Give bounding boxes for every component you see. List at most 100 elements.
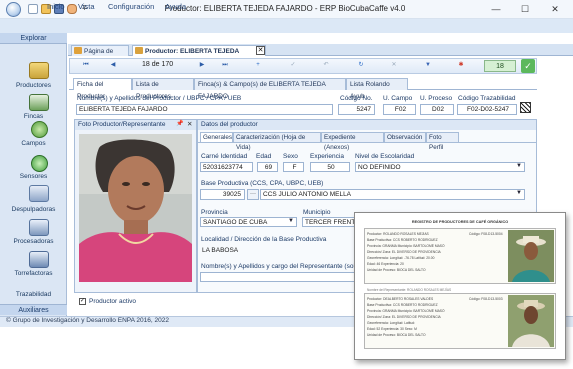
procesadoras-icon[interactable]	[29, 219, 49, 236]
datos-tabs-divider	[198, 142, 536, 143]
nav-item-sensores[interactable]: Sensores	[0, 173, 67, 180]
ucampo-field[interactable]: F02	[383, 104, 416, 115]
productor-activo-checkbox[interactable]: ✓	[79, 298, 86, 305]
uproceso-label: U. Proceso	[420, 95, 453, 102]
chevron-down-icon[interactable]: ▼	[516, 163, 522, 169]
add-record-button[interactable]: +	[252, 61, 264, 70]
codigo-field[interactable]: 5247	[338, 104, 375, 115]
despulpadoras-funnel-icon[interactable]	[29, 185, 49, 202]
provincia-label: Provincia	[201, 209, 228, 216]
menu-configuracion[interactable]: Configuración	[108, 2, 154, 11]
man-in-field-image	[508, 295, 554, 347]
carne-field[interactable]: 52031623774	[200, 162, 253, 172]
card-line: Provincia: GRANMA Municipio: BARTOLOMÉ M…	[367, 244, 445, 248]
qr-code-icon[interactable]	[520, 102, 531, 113]
menu-vista[interactable]: Vista	[78, 2, 95, 11]
card-line: Dirección/ Zona: EL DIVERSO DE PROVIDENC…	[367, 315, 441, 319]
tab-lista-de-productores[interactable]: Lista de Productores	[132, 78, 194, 100]
chevron-down-icon[interactable]: ▼	[516, 190, 522, 196]
filter-button[interactable]: ▼	[422, 61, 434, 70]
nav-item-torrefactoras[interactable]: Torrefactoras	[0, 270, 67, 277]
window-title: Productor: ELIBERTA TEJEDA FAJARDO - ERP…	[164, 4, 406, 13]
tab-lista-rolando-ayub[interactable]: Lista Rolando Ayub	[346, 78, 408, 100]
escolaridad-label: Nivel de Escolaridad	[355, 153, 415, 160]
trazabilidad-label: Código Trazabilidad	[458, 95, 516, 102]
close-panel-button[interactable]: ✕	[187, 120, 192, 128]
datos-panel-title: Datos del productor	[198, 120, 536, 130]
record-counter: 18 de 170	[142, 61, 174, 68]
representante-field[interactable]	[200, 272, 356, 282]
direccion-field[interactable]: LA BABOSA	[200, 246, 356, 255]
first-record-button[interactable]: ⏮	[80, 61, 92, 70]
minimize-button[interactable]: —	[486, 3, 506, 15]
browse-base-button[interactable]: ···	[247, 189, 259, 200]
nav-item-campos[interactable]: Campos	[0, 140, 67, 147]
card-line: Provincia: GRANMA Municipio: BARTOLOMÉ M…	[367, 309, 445, 313]
trazabilidad-field[interactable]: F02-D02-5247	[457, 104, 517, 115]
tab-caracterizacion[interactable]: Caracterización (Hoja de Vida)	[233, 132, 321, 151]
delete-record-button[interactable]: ✕	[388, 61, 400, 70]
status-text: © Grupo de Investigación y Desarrollo EN…	[6, 317, 169, 324]
tab-foto-perfil[interactable]: Foto Perfil	[426, 132, 459, 151]
close-window-button[interactable]: ✕	[545, 3, 565, 15]
tab-expediente[interactable]: Expediente (Anexos)	[321, 132, 384, 151]
accept-changes-button[interactable]: ✓	[287, 61, 299, 70]
refresh-button[interactable]: ↻	[355, 61, 367, 70]
torrefactoras-icon[interactable]	[29, 251, 49, 268]
sensores-icon[interactable]	[31, 155, 48, 172]
menu-inicio[interactable]: Inicio	[47, 2, 65, 11]
municipio-select[interactable]: TERCER FRENTE	[302, 217, 358, 227]
menu-ayuda[interactable]: Ayuda	[165, 2, 186, 11]
sexo-field[interactable]: F	[283, 162, 304, 172]
base-code-field[interactable]: 39025	[200, 189, 245, 200]
provincia-select[interactable]: SANTIAGO DE CUBA	[200, 217, 297, 227]
tab-generales[interactable]: Generales	[200, 132, 233, 142]
nav-item-productores[interactable]: Productores	[0, 82, 67, 89]
card-code: Código: F08-D13-5003	[469, 297, 503, 301]
experiencia-label: Experiencia	[310, 153, 344, 160]
base-productiva-label: Base Productiva (CCS, CPA, UBPC, UEB)	[201, 180, 324, 187]
edad-field[interactable]: 69	[257, 162, 278, 172]
previous-record-button[interactable]: ◀	[107, 61, 119, 70]
star-button[interactable]: ✱	[455, 61, 467, 70]
fincas-icon[interactable]	[29, 94, 49, 111]
base-name-select[interactable]: CCS JULIO ANTONIO MELLA	[260, 189, 525, 200]
uproceso-field[interactable]: D02	[420, 104, 454, 115]
tab-productor[interactable]: Productor: ELIBERTA TEJEDA FAJARDO	[132, 45, 266, 66]
last-record-button[interactable]: ⏭	[219, 61, 231, 70]
representante-note: Nombre del Representante: ROLANDO ROSALE…	[367, 288, 452, 292]
productor-icon	[135, 47, 143, 54]
cancel-changes-button[interactable]: ↶	[320, 61, 332, 70]
nombre-field[interactable]: ELIBERTA TEJEDA FAJARDO	[76, 104, 333, 115]
nav-item-trazabilidad[interactable]: Trazabilidad	[0, 291, 67, 298]
close-tab-button[interactable]: ✕	[256, 46, 265, 55]
tab-fincas-campos[interactable]: Finca(s) & Campo(s) de ELIBERTA TEJEDA F…	[194, 78, 346, 100]
confirm-button[interactable]: ✓	[521, 59, 535, 73]
goto-record-input[interactable]: 18	[484, 60, 516, 72]
card-line: Georeferencia: Longitud: -76.78 Latitud:…	[367, 256, 435, 260]
nav-item-procesadoras[interactable]: Procesadoras	[0, 238, 67, 245]
explorar-header[interactable]: Explorar	[0, 33, 67, 44]
producer-photo-thumbnail	[508, 295, 554, 347]
direccion-label: Localidad / Dirección de la Base Product…	[201, 236, 327, 243]
hand-icon[interactable]	[67, 4, 77, 14]
productores-icon[interactable]	[29, 62, 49, 79]
experiencia-field[interactable]: 50	[310, 162, 350, 172]
report-title: REGISTRO DE PRODUCTORES DE CAFÉ ORGÁNICO	[411, 220, 509, 224]
nav-item-despulpadoras[interactable]: Despulpadoras	[0, 206, 67, 213]
chevron-down-icon[interactable]: ▼	[288, 218, 294, 224]
maximize-button[interactable]: ☐	[515, 3, 535, 15]
card-code: Código: F08-D13-5004	[469, 232, 503, 236]
auxiliares-header[interactable]: Auxiliares	[0, 304, 67, 315]
tab-observacion[interactable]: Observación	[384, 132, 426, 142]
nav-item-fincas[interactable]: Fincas	[0, 113, 67, 120]
next-record-button[interactable]: ▶	[196, 61, 208, 70]
campos-icon[interactable]	[31, 121, 48, 138]
card-line: Base Productiva: CCS ROBERTO RODRÍGUEZ	[367, 303, 438, 307]
app-menu-button[interactable]	[6, 2, 21, 17]
escolaridad-select[interactable]: NO DEFINIDO	[355, 162, 525, 172]
pin-icon[interactable]: 📌	[176, 120, 183, 127]
new-document-icon[interactable]	[28, 4, 38, 14]
productor-activo-label: Productor activo	[89, 298, 136, 305]
tab-ficha-del-productor[interactable]: Ficha del Productor	[73, 78, 132, 100]
